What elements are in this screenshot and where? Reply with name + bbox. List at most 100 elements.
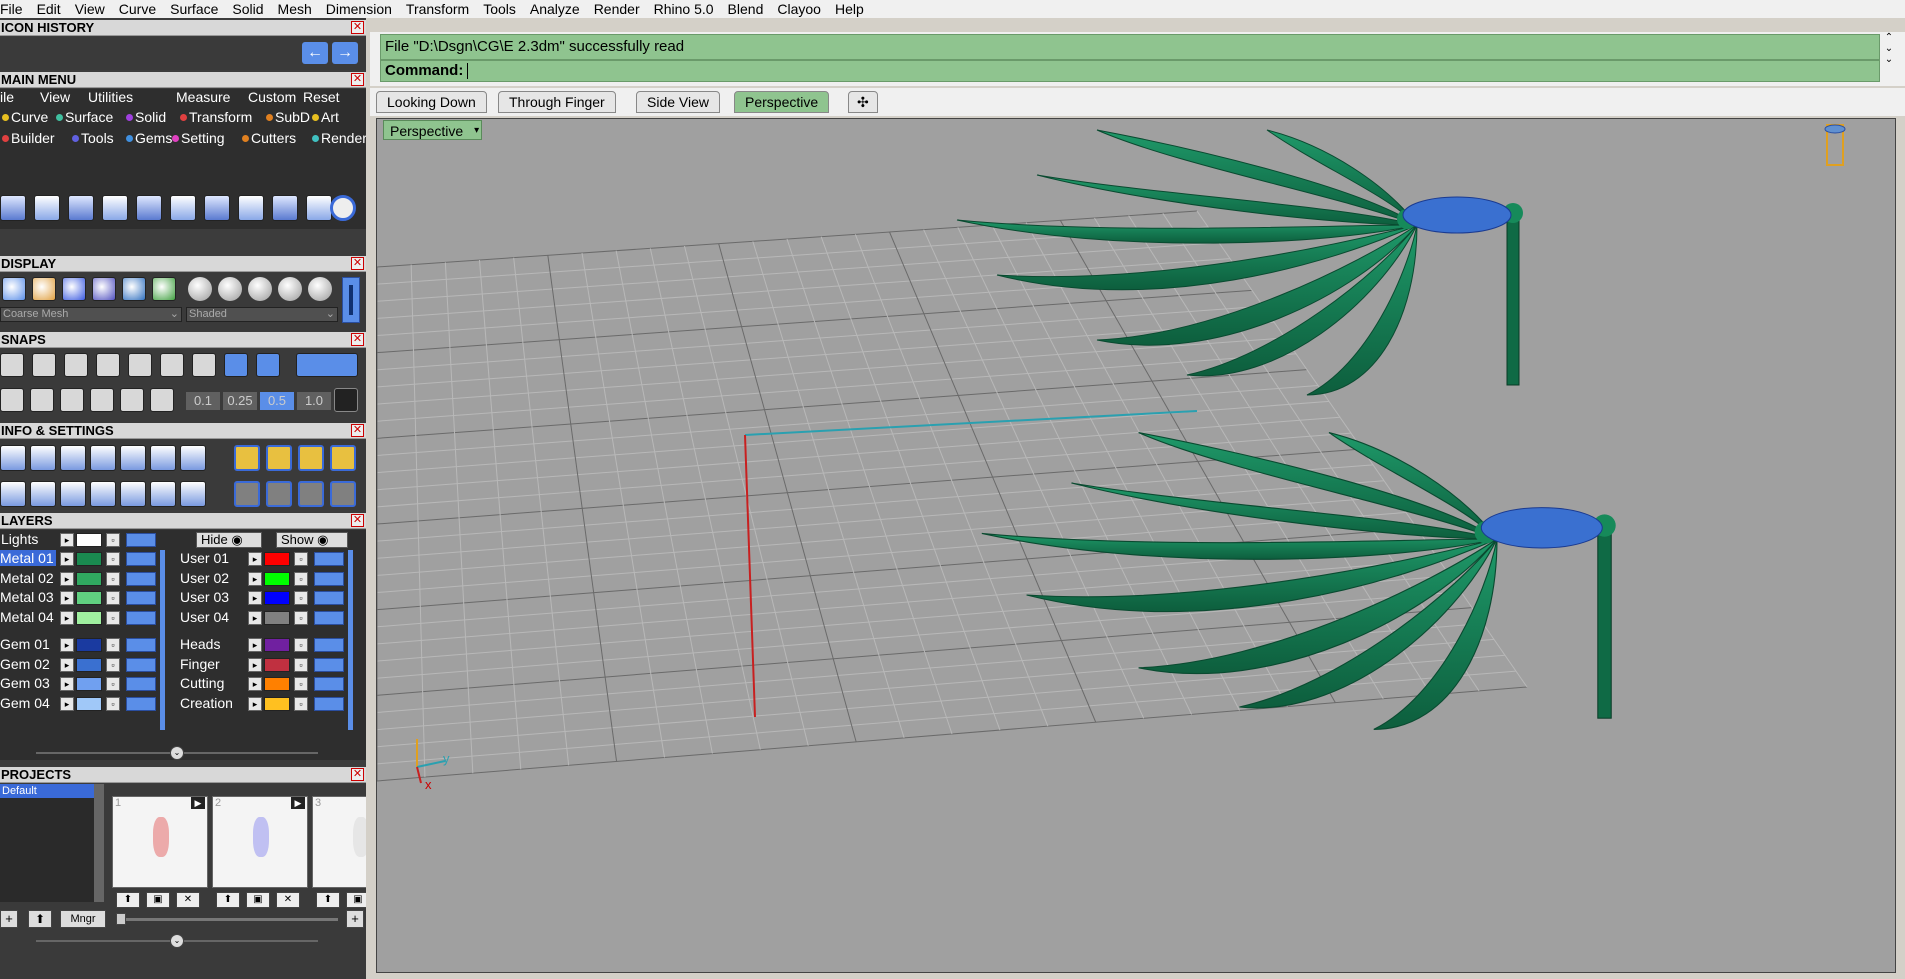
layer-color[interactable] <box>76 696 102 711</box>
layer-color[interactable] <box>264 677 290 691</box>
tan-snap-icon[interactable] <box>224 353 248 377</box>
grid-icon[interactable] <box>334 388 358 412</box>
main-menu-gems[interactable]: Gems <box>124 130 172 146</box>
tab-through-finger[interactable]: Through Finger <box>498 91 616 113</box>
main-menu-title[interactable]: MAIN MENU ✕ <box>0 72 366 88</box>
menu-transform[interactable]: Transform <box>399 0 476 18</box>
play-icon[interactable]: ▶ <box>291 797 305 809</box>
layer-visibility[interactable] <box>314 657 344 672</box>
close-icon[interactable]: ✕ <box>351 21 364 34</box>
expand-icon[interactable]: ▸ <box>248 696 262 711</box>
lock-icon[interactable]: ▫ <box>106 657 120 672</box>
chevron-down-icon[interactable]: ⌄ <box>1880 43 1898 54</box>
projects-slider[interactable] <box>116 918 338 921</box>
elevator-icon[interactable] <box>150 388 174 412</box>
layer-visibility[interactable] <box>314 638 344 652</box>
gumball-scale-icon[interactable] <box>298 481 324 507</box>
main-menu-setting[interactable]: Setting <box>170 130 225 146</box>
back-arrow-icon[interactable]: ← <box>302 42 328 64</box>
main-menu-cutters[interactable]: Cutters <box>240 130 296 146</box>
main-menu-subd[interactable]: SubD <box>264 109 310 125</box>
menu-file[interactable]: File <box>0 0 30 18</box>
pencil-icon[interactable] <box>150 445 176 471</box>
layers-icon[interactable] <box>60 445 86 471</box>
point-snap-icon[interactable] <box>64 353 88 377</box>
projects-title[interactable]: PROJECTS ✕ <box>0 767 366 783</box>
command-line[interactable]: Command: <box>380 60 1880 82</box>
silver-sphere-icon[interactable] <box>188 277 212 301</box>
expand-icon[interactable]: ▸ <box>248 638 262 652</box>
save-icon[interactable]: ▣ <box>146 892 170 908</box>
grid-icon[interactable] <box>0 481 26 507</box>
gumball-move-icon[interactable] <box>266 481 292 507</box>
upload-icon[interactable]: ⬆ <box>216 892 240 908</box>
int-snap-icon[interactable] <box>160 353 184 377</box>
menu-view[interactable]: View <box>68 0 112 18</box>
menu-dimension[interactable]: Dimension <box>319 0 399 18</box>
chevron-down-icon[interactable]: ▾ <box>474 121 479 141</box>
layer-color[interactable] <box>76 657 102 672</box>
filter-icon[interactable] <box>120 481 146 507</box>
layer-visibility[interactable] <box>126 591 156 605</box>
snaps-title[interactable]: SNAPS ✕ <box>0 332 366 348</box>
select-icon[interactable] <box>0 195 26 221</box>
main-menu-custom[interactable]: Custom <box>248 89 296 105</box>
layer-row[interactable]: Finger ▸ ▫ <box>180 656 356 674</box>
layer-color[interactable] <box>76 677 102 691</box>
menu-clayoo[interactable]: Clayoo <box>770 0 828 18</box>
info-settings-title[interactable]: INFO & SETTINGS ✕ <box>0 423 366 439</box>
delete-icon[interactable]: ✕ <box>176 892 200 908</box>
main-menu-render[interactable]: Render <box>310 130 366 146</box>
expand-icon[interactable]: ▸ <box>248 591 262 605</box>
layer-visibility[interactable] <box>126 677 156 691</box>
tab-perspective[interactable]: Perspective <box>734 91 830 113</box>
lock-icon[interactable]: ▫ <box>294 552 308 566</box>
dist-icon[interactable] <box>90 388 114 412</box>
layer-row[interactable]: User 01 ▸ ▫ <box>180 550 356 568</box>
lock-icon[interactable]: ▫ <box>106 610 120 625</box>
display-toggle[interactable] <box>342 277 360 323</box>
blue-sphere-icon[interactable] <box>278 277 302 301</box>
forward-arrow-icon[interactable]: → <box>332 42 358 64</box>
lock-icon[interactable]: ▫ <box>294 591 308 605</box>
close-icon[interactable]: ✕ <box>351 424 364 437</box>
project-thumbnail[interactable]: 1 ▶ <box>112 796 208 888</box>
viewport-perspective[interactable]: x y Perspective ▾ <box>376 118 1896 973</box>
layer-color[interactable] <box>76 571 102 586</box>
layer-row[interactable]: Gem 02 ▸ ▫ <box>0 656 168 674</box>
layer-color[interactable] <box>264 552 290 566</box>
add-tab-icon[interactable]: ✣ <box>848 91 878 113</box>
snap-value-1-0[interactable]: 1.0 <box>297 392 331 410</box>
lock-icon[interactable]: ▫ <box>294 638 308 652</box>
layer-visibility[interactable] <box>314 571 344 586</box>
layer-color[interactable] <box>264 657 290 672</box>
tab-side-view[interactable]: Side View <box>636 91 721 113</box>
play-icon[interactable]: ▶ <box>191 797 205 809</box>
frame-edit-icon[interactable] <box>298 445 324 471</box>
layer-row[interactable]: Creation ▸ ▫ <box>180 695 356 713</box>
move-icon[interactable] <box>136 195 162 221</box>
expand-icon[interactable]: ▸ <box>248 552 262 566</box>
hide-button[interactable]: Hide ◉ <box>196 532 262 548</box>
menu-solid[interactable]: Solid <box>225 0 270 18</box>
link-icon[interactable] <box>238 195 264 221</box>
panel-divider[interactable] <box>366 18 370 979</box>
manager-button[interactable]: Mngr <box>60 910 106 928</box>
lock-icon[interactable]: ▫ <box>294 677 308 691</box>
layer-row[interactable]: Metal 03 ▸ ▫ <box>0 589 168 607</box>
project-thumbnail[interactable]: 3▶ <box>312 796 366 888</box>
main-menu-curve[interactable]: Curve <box>0 109 48 125</box>
layer-color[interactable] <box>264 610 290 625</box>
menu-tools[interactable]: Tools <box>476 0 523 18</box>
lock-icon[interactable]: ▫ <box>294 657 308 672</box>
reset-button[interactable]: Reset <box>303 89 340 105</box>
layer-color[interactable] <box>76 552 102 566</box>
near-snap-icon[interactable] <box>32 353 56 377</box>
project-thumbnail[interactable]: 2 ▶ <box>212 796 308 888</box>
grid-snap-icon[interactable] <box>0 388 24 412</box>
lights-color[interactable] <box>76 533 102 547</box>
gumball-rotate-icon[interactable] <box>330 481 356 507</box>
layer-visibility[interactable] <box>126 610 156 625</box>
light-icon[interactable] <box>234 445 260 471</box>
expand-icon[interactable]: ▸ <box>248 677 262 691</box>
